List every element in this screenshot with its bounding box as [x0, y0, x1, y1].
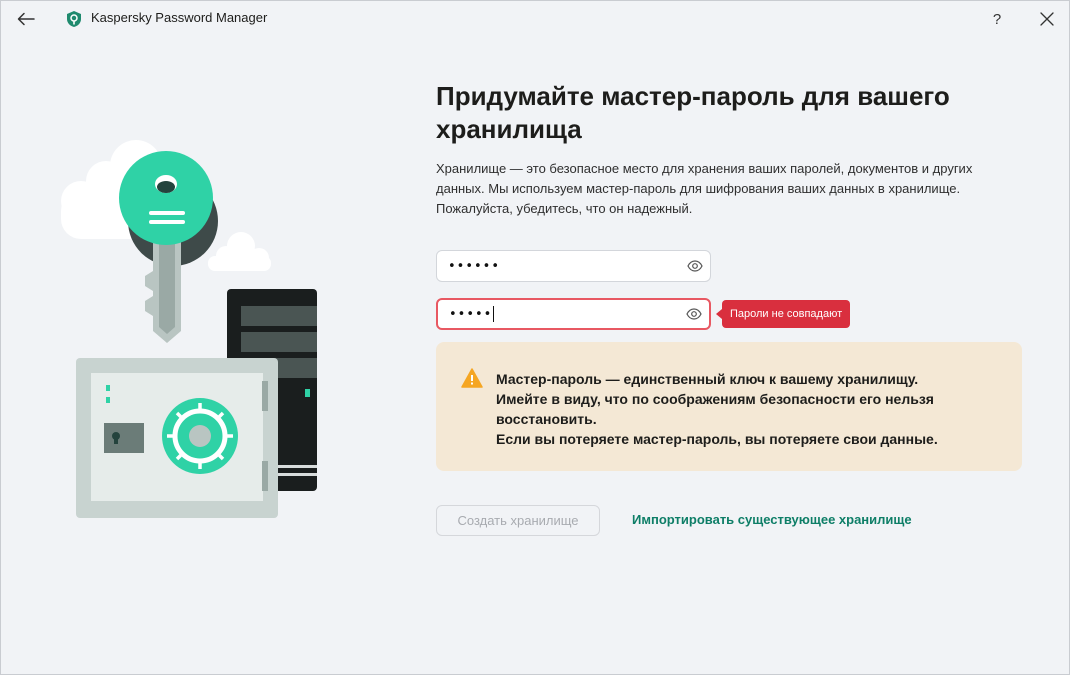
help-button[interactable]: ? — [983, 6, 1011, 32]
create-vault-button[interactable]: Создать хранилище — [436, 505, 600, 536]
warning-line: восстановить. — [496, 411, 597, 427]
warning-icon — [461, 368, 483, 388]
confirm-password-value: ••••• — [449, 306, 493, 322]
warning-text: Мастер-пароль — единственный ключ к ваше… — [496, 369, 1006, 449]
eye-icon — [686, 308, 702, 320]
show-confirm-password-button[interactable] — [679, 299, 709, 329]
page-title-line: Придумайте мастер-пароль для вашего — [436, 81, 950, 111]
warning-box: Мастер-пароль — единственный ключ к ваше… — [436, 342, 1022, 471]
arrow-left-icon — [17, 12, 35, 26]
password-mismatch-tooltip: Пароли не совпадают — [715, 300, 851, 328]
app-window: Kaspersky Password Manager ? Придумайте … — [0, 0, 1070, 675]
master-password-field[interactable]: •••••• — [436, 250, 711, 282]
page-title-line: хранилища — [436, 114, 582, 144]
page-description: Хранилище — это безопасное место для хра… — [436, 159, 1036, 219]
close-button[interactable] — [1033, 6, 1061, 32]
confirm-password-field[interactable]: ••••• — [436, 298, 711, 330]
warning-line: Мастер-пароль — единственный ключ к ваше… — [496, 371, 919, 387]
vault-illustration — [61, 140, 317, 518]
confirm-password-input[interactable]: ••••• — [438, 306, 679, 322]
title-bar: Kaspersky Password Manager ? — [1, 1, 1069, 37]
description-line: Пожалуйста, убедитесь, что он надежный. — [436, 201, 693, 216]
text-caret — [493, 306, 495, 322]
warning-line: Имейте в виду, что по соображениям безоп… — [496, 391, 934, 407]
safe-icon — [76, 358, 278, 518]
master-password-value[interactable]: •••••• — [437, 259, 680, 274]
app-title: Kaspersky Password Manager — [91, 10, 268, 25]
show-password-button[interactable] — [680, 251, 710, 281]
description-line: данных. Мы используем мастер-пароль для … — [436, 181, 961, 196]
import-vault-link[interactable]: Импортировать существующее хранилище — [632, 512, 912, 527]
page-title: Придумайте мастер-пароль для вашего хран… — [436, 80, 1036, 146]
warning-line: Если вы потеряете мастер-пароль, вы поте… — [496, 431, 938, 447]
cloud-small-icon — [208, 232, 271, 271]
description-line: Хранилище — это безопасное место для хра… — [436, 161, 973, 176]
back-button[interactable] — [11, 6, 41, 32]
close-icon — [1040, 12, 1054, 26]
eye-icon — [687, 260, 703, 272]
kaspersky-shield-icon — [67, 11, 81, 27]
